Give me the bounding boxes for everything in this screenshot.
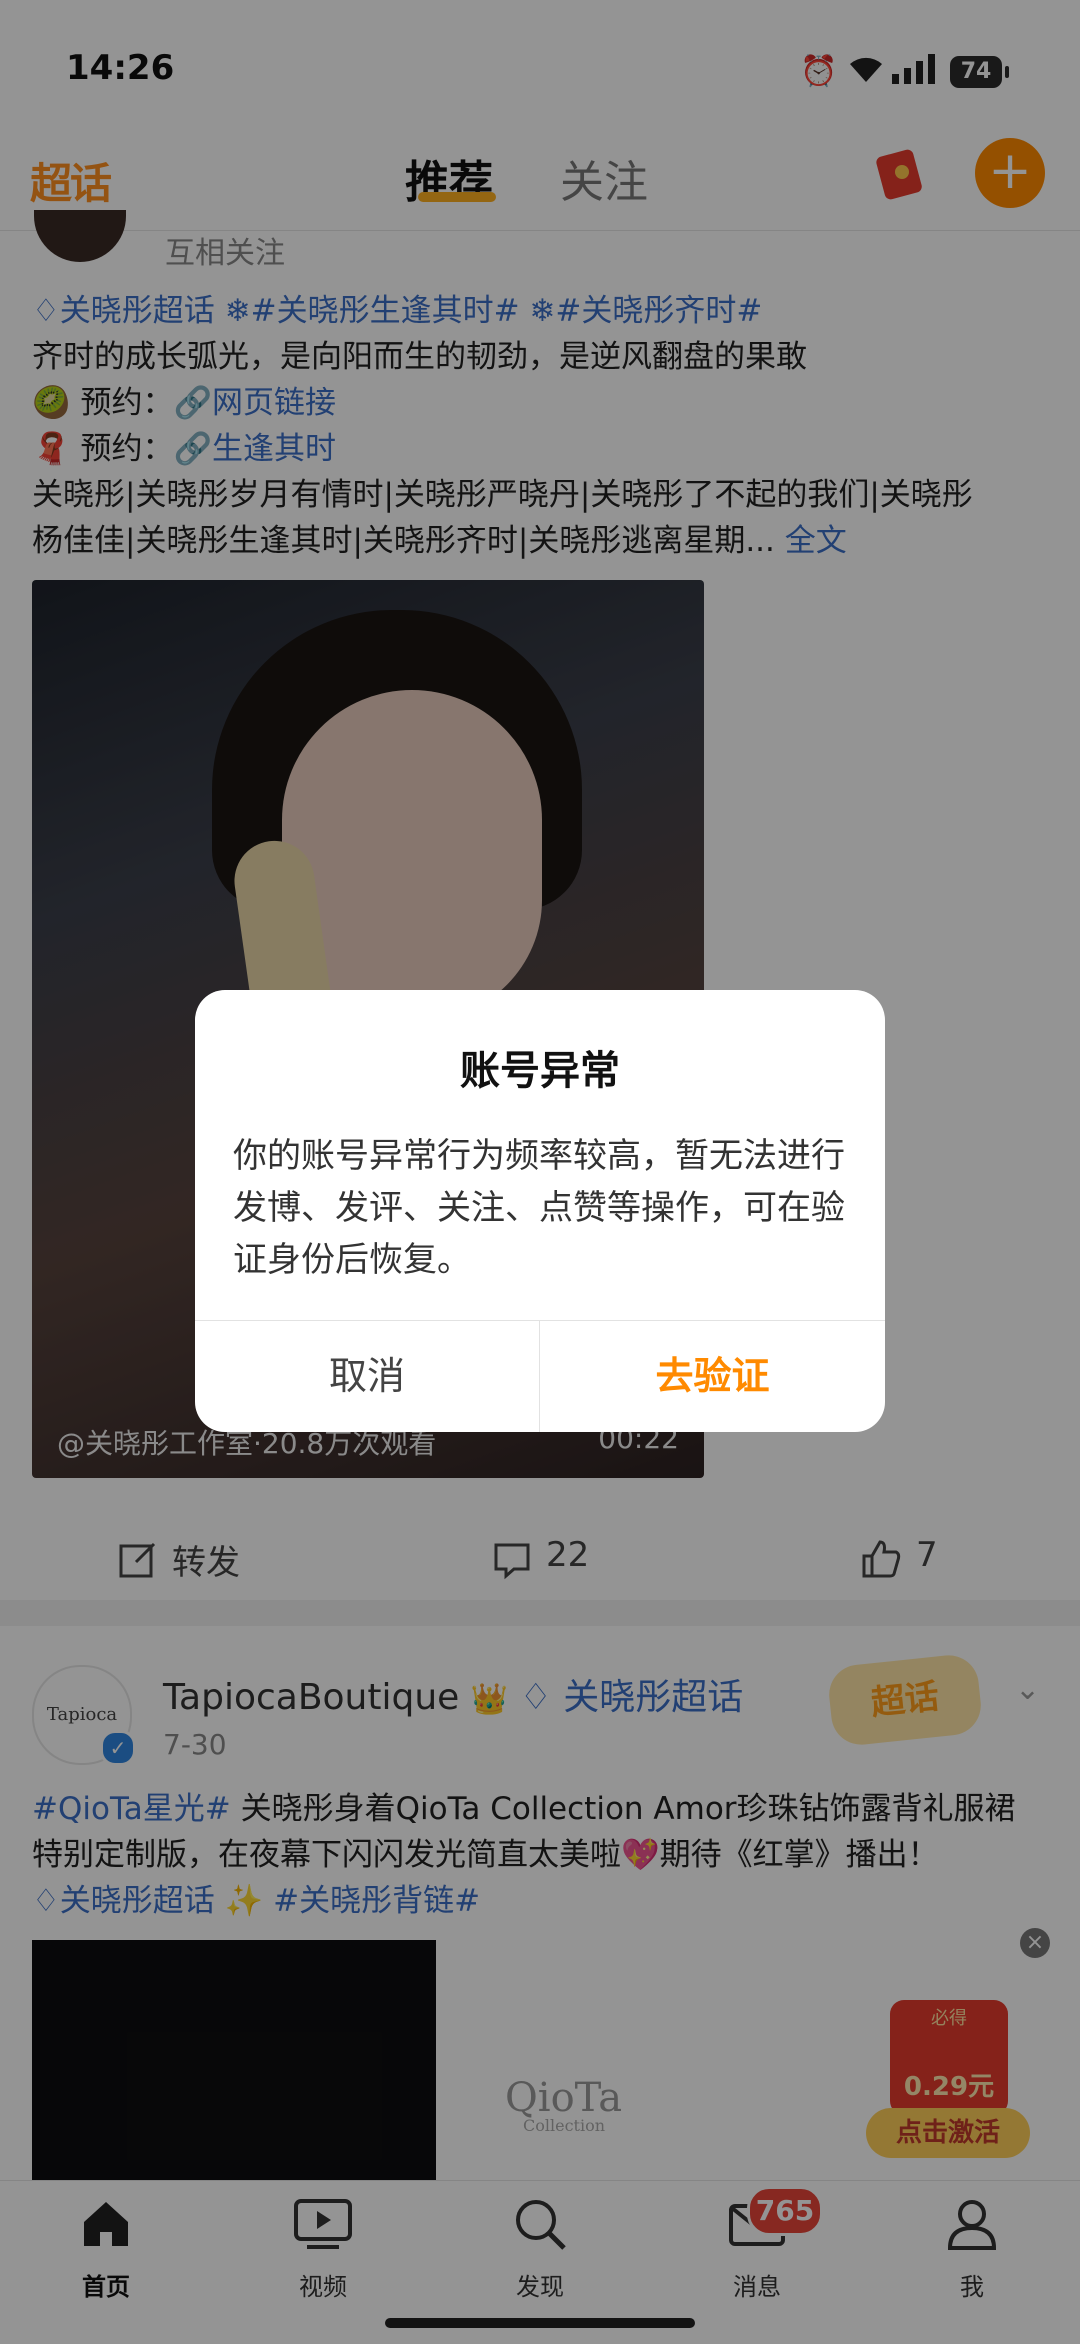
dialog-message: 你的账号异常行为频率较高，暂无法进行发博、发评、关注、点赞等操作，可在验证身份后… — [233, 1136, 845, 1280]
dialog-title: 账号异常 — [460, 1048, 620, 1094]
cancel-button[interactable]: 取消 — [195, 1320, 539, 1432]
account-abnormal-dialog: 账号异常 你的账号异常行为频率较高，暂无法进行发博、发评、关注、点赞等操作，可在… — [195, 990, 885, 1432]
verify-button[interactable]: 去验证 — [540, 1320, 885, 1432]
